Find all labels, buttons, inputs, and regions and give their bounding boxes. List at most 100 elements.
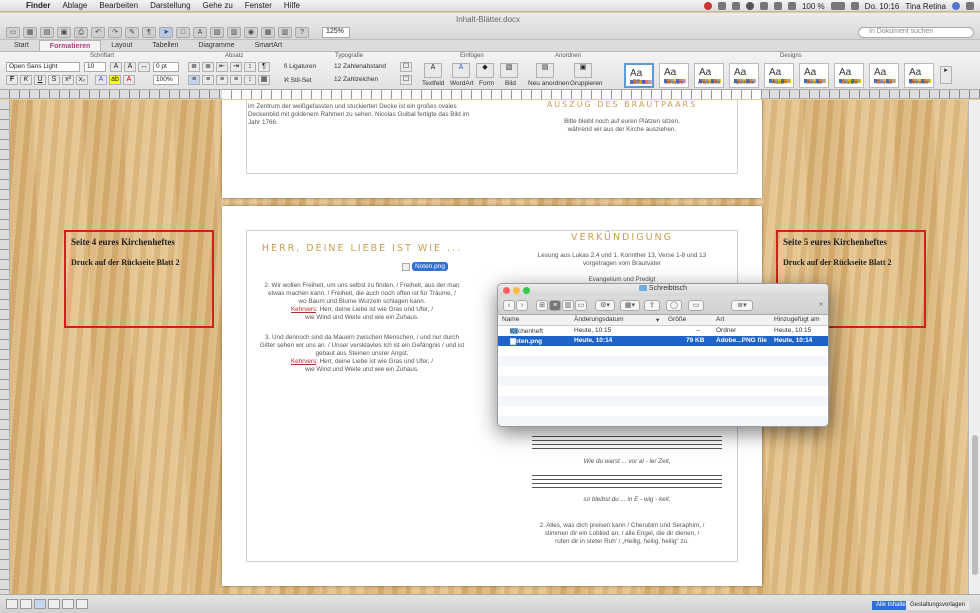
flag-icon[interactable]	[850, 2, 859, 10]
columns-icon[interactable]: ▥	[278, 27, 292, 38]
menu-hilfe[interactable]: Hilfe	[278, 1, 306, 10]
typography-option-icon[interactable]: ☐	[400, 62, 412, 72]
redo-icon[interactable]: ↷	[108, 27, 122, 38]
numbering-icon[interactable]: ≣	[202, 62, 214, 72]
subscript-icon[interactable]: x₂	[76, 75, 88, 85]
volume-icon[interactable]	[787, 2, 796, 10]
align-right-icon[interactable]: ≡	[216, 75, 228, 85]
time-machine-icon[interactable]	[745, 2, 754, 10]
undo-icon[interactable]: ↶	[91, 27, 105, 38]
tab-start[interactable]: Start	[4, 40, 39, 51]
insert-picture-label[interactable]: Bild	[505, 80, 516, 87]
shrink-font-icon[interactable]: A	[124, 62, 136, 72]
insert-wordart-label[interactable]: WordArt	[450, 80, 474, 87]
column-name[interactable]: Name	[502, 316, 519, 323]
horizontal-ruler[interactable]	[0, 90, 980, 99]
cover-flow-icon[interactable]: ▭	[575, 300, 587, 311]
highlight-icon[interactable]: ab	[109, 75, 121, 85]
insert-textbox-label[interactable]: Textfeld	[422, 80, 444, 87]
scale-field[interactable]: 100%	[153, 75, 179, 85]
superscript-icon[interactable]: x²	[62, 75, 74, 85]
menu-darstellung[interactable]: Darstellung	[144, 1, 196, 10]
print-layout-icon[interactable]	[34, 599, 46, 609]
column-size[interactable]: Größe	[668, 316, 686, 323]
typography-option-icon[interactable]: ☐	[400, 75, 412, 85]
select-arrow-icon[interactable]: ➤	[159, 27, 173, 38]
picture-insert-icon[interactable]: ▧	[500, 63, 518, 78]
notebook-view-icon[interactable]	[48, 599, 60, 609]
rearrange-label[interactable]: Neu anordnen	[528, 80, 569, 87]
grow-font-icon[interactable]: A	[110, 62, 122, 72]
status-icon[interactable]	[703, 2, 712, 10]
tab-tabellen[interactable]: Tabellen	[142, 40, 188, 51]
battery-icon[interactable]	[830, 2, 845, 10]
italic-icon[interactable]: K	[20, 75, 32, 85]
bluetooth-icon[interactable]	[759, 2, 768, 10]
textbox-icon[interactable]: A	[193, 27, 207, 38]
menu-bearbeiten[interactable]: Bearbeiten	[93, 1, 144, 10]
shading-icon[interactable]: ▦	[258, 75, 270, 85]
print-icon[interactable]: ⎙	[74, 27, 88, 38]
shape-insert-icon[interactable]: ◆	[476, 63, 494, 78]
style-set-label[interactable]: ℵ Stil-Set	[284, 76, 312, 84]
format-painter-icon[interactable]: ✎	[125, 27, 139, 38]
wifi-icon[interactable]	[773, 2, 782, 10]
textbox-insert-icon[interactable]: A	[424, 63, 442, 78]
column-view-icon[interactable]: ▥	[562, 300, 574, 311]
icon-view-icon[interactable]: ⊞	[536, 300, 548, 311]
shape-icon[interactable]: □	[176, 27, 190, 38]
design-office[interactable]: Aa Office	[624, 63, 654, 88]
tab-layout[interactable]: Layout	[101, 40, 142, 51]
design-amphitrite[interactable]: Aa Amphitrite	[694, 63, 724, 88]
picture-icon[interactable]: ▧	[210, 27, 224, 38]
tab-all-contents[interactable]: Alle Inhalte	[872, 601, 910, 610]
number-spacing-label[interactable]: 12 Zahlenabstand	[334, 63, 386, 70]
menu-clock[interactable]: Do. 10:16	[865, 2, 900, 11]
design-cronus[interactable]: Aa Cronus	[869, 63, 899, 88]
finder-titlebar[interactable]: Schreibtisch	[498, 284, 828, 296]
menu-ablage[interactable]: Ablage	[56, 1, 93, 10]
fullscreen-view-icon[interactable]	[76, 599, 88, 609]
rearrange-icon[interactable]: ▤	[536, 63, 554, 78]
design-boreas[interactable]: Aa Boreas	[799, 63, 829, 88]
tab-diagramme[interactable]: Diagramme	[188, 40, 244, 51]
design-austin[interactable]: Aa Austin	[764, 63, 794, 88]
underline-icon[interactable]: U	[34, 75, 46, 85]
column-added[interactable]: Hinzugefügt am	[774, 316, 820, 323]
finder-window[interactable]: Schreibtisch ‹ › ⊞ ≡ ▥ ▭ ⚙▾ ▦▾ ⇪ ◯ ▭ ≣▾ …	[497, 283, 829, 427]
bullets-icon[interactable]: ≣	[188, 62, 200, 72]
tab-style-sheets[interactable]: Gestaltungsvorlagen	[906, 601, 970, 610]
spacing-icon[interactable]: ↔	[138, 62, 150, 72]
share-icon[interactable]: ⇪	[644, 300, 660, 311]
ligatures-label[interactable]: ﬁ Ligaturen	[284, 63, 316, 70]
outline-view-icon[interactable]	[20, 599, 32, 609]
scrollbar-thumb[interactable]	[972, 435, 978, 575]
column-kind[interactable]: Art	[716, 316, 724, 323]
inline-image-noten[interactable]: Noten.png	[402, 262, 448, 271]
sidebar-icon[interactable]: ▥	[227, 27, 241, 38]
spacing-field[interactable]: 0 pt	[153, 62, 179, 72]
help-icon[interactable]: ?	[295, 27, 309, 38]
group-icon[interactable]: ▣	[574, 63, 592, 78]
font-name-select[interactable]: Open Sans Light	[6, 62, 80, 72]
arrange-icon[interactable]: ▦▾	[620, 300, 640, 311]
status-icon[interactable]	[731, 2, 740, 10]
number-forms-label[interactable]: 12 Zahlzeichen	[334, 76, 378, 83]
design-schwarz[interactable]: Aa Schwarz	[659, 63, 689, 88]
menu-fenster[interactable]: Fenster	[239, 1, 278, 10]
insert-shape-label[interactable]: Form	[479, 80, 494, 87]
design-scroll-icon[interactable]: ▸	[940, 66, 952, 84]
justify-icon[interactable]: ≡	[230, 75, 242, 85]
sort-icon[interactable]: ↕	[244, 62, 256, 72]
notification-center-icon[interactable]	[966, 2, 974, 10]
tab-formatieren[interactable]: Formatieren	[38, 40, 102, 51]
template-icon[interactable]: ▦	[23, 27, 37, 38]
new-folder-icon[interactable]: ▭	[688, 300, 704, 311]
page[interactable]: im Zentrum der weißgefassten und stuckie…	[222, 100, 762, 198]
design-couture[interactable]: Aa Couture	[834, 63, 864, 88]
spotlight-icon[interactable]	[952, 2, 960, 10]
battery-percent[interactable]: 100 %	[802, 2, 825, 11]
strikethrough-icon[interactable]: S	[48, 75, 60, 85]
vertical-scrollbar[interactable]	[968, 100, 980, 594]
menu-finder[interactable]: Finder	[20, 1, 56, 10]
